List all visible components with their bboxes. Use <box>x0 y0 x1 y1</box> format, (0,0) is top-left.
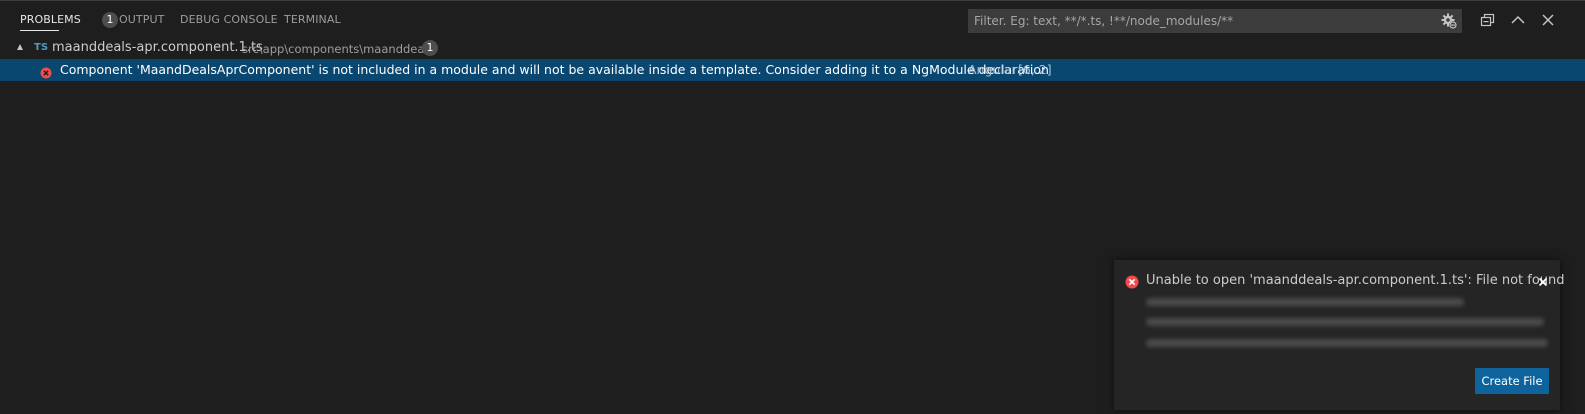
tab-debug-console[interactable]: DEBUG CONSOLE <box>180 1 278 37</box>
problem-row[interactable]: Component 'MaandDealsAprComponent' is no… <box>0 59 1585 81</box>
notification-error-icon <box>1125 274 1139 289</box>
error-icon <box>40 64 52 79</box>
problems-filter-input[interactable] <box>968 9 1434 33</box>
typescript-file-icon: TS <box>34 42 49 53</box>
tab-terminal[interactable]: TERMINAL <box>284 1 341 37</box>
file-problem-count-badge: 1 <box>422 40 438 56</box>
expanded-twistie-icon[interactable] <box>17 44 23 50</box>
problem-source: Angular <box>968 62 1017 77</box>
tab-debug-console-label: DEBUG CONSOLE <box>180 13 278 26</box>
maximize-panel-icon[interactable] <box>1509 11 1527 29</box>
notification-blurred-detail <box>1146 298 1464 306</box>
problem-position: [6, 2] <box>1018 62 1052 77</box>
close-panel-icon[interactable] <box>1539 11 1557 29</box>
create-file-button[interactable]: Create File <box>1475 368 1549 394</box>
problem-file-row[interactable]: TS maanddeals-apr.component.1.ts src\app… <box>0 37 1585 59</box>
active-tab-underline <box>20 30 59 31</box>
error-notification: Unable to open 'maanddeals-apr.component… <box>1114 260 1565 410</box>
problem-file-path: src\app\components\maanddeals <box>242 42 434 56</box>
panel-tab-bar: PROBLEMS 1 OUTPUT DEBUG CONSOLE TERMINAL <box>0 1 1585 37</box>
tab-problems[interactable]: PROBLEMS 1 <box>20 1 118 37</box>
problems-filter-box <box>968 9 1462 33</box>
tab-output[interactable]: OUTPUT <box>119 1 164 37</box>
problem-file-name: maanddeals-apr.component.1.ts <box>52 40 263 55</box>
collapse-all-icon[interactable] <box>1479 11 1497 29</box>
tab-terminal-label: TERMINAL <box>284 13 341 26</box>
filter-settings-icon[interactable] <box>1440 12 1458 30</box>
notification-blurred-detail <box>1146 339 1548 347</box>
notification-close-icon[interactable] <box>1536 274 1550 288</box>
tab-output-label: OUTPUT <box>119 13 165 26</box>
tab-problems-label: PROBLEMS <box>20 13 81 26</box>
problem-message: Component 'MaandDealsAprComponent' is no… <box>60 62 1049 77</box>
problems-count-badge: 1 <box>102 12 118 28</box>
notification-blurred-detail <box>1146 318 1544 326</box>
notification-message: Unable to open 'maanddeals-apr.component… <box>1146 273 1565 288</box>
